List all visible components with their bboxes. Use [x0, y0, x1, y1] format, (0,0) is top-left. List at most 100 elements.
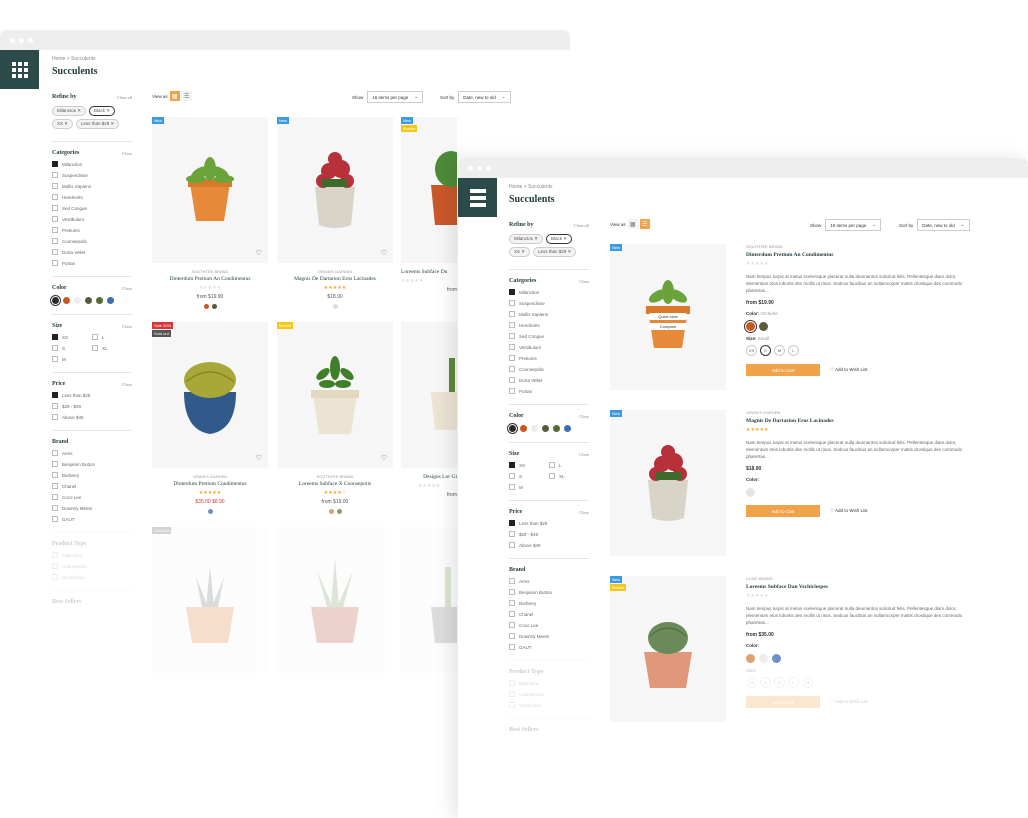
- color-swatch[interactable]: [96, 297, 103, 304]
- product-image[interactable]: Bundle ♡: [277, 322, 393, 468]
- add-to-cart-button[interactable]: Add to Cart: [746, 364, 820, 376]
- type-option[interactable]: Milancitos: [52, 552, 132, 558]
- color-swatch[interactable]: [509, 425, 516, 432]
- category-option[interactable]: Pretiums: [509, 355, 589, 361]
- clear-all-link[interactable]: Clear all: [574, 223, 589, 228]
- product-name[interactable]: Loreems Subface Du: [401, 269, 457, 275]
- categories-heading[interactable]: Categories: [52, 150, 79, 156]
- quick-view-button[interactable]: Quick view: [648, 313, 688, 320]
- list-view-button[interactable]: ☰: [639, 219, 650, 229]
- product-image[interactable]: [401, 322, 457, 468]
- size-swatch[interactable]: M: [774, 677, 785, 688]
- color-swatch[interactable]: [531, 425, 538, 432]
- category-option[interactable]: Dorta Vellet: [52, 249, 132, 255]
- product-image[interactable]: New Bundle: [610, 576, 726, 722]
- category-option[interactable]: Coonsepolis: [509, 366, 589, 372]
- wishlist-heart-icon[interactable]: ♡: [381, 454, 387, 462]
- add-to-wishlist-button[interactable]: ♡ Add to Wish List: [830, 367, 868, 373]
- items-per-page-select[interactable]: 16 items per page ⌄: [825, 219, 882, 231]
- brand-heading[interactable]: Brand: [52, 439, 68, 445]
- product-image[interactable]: New ♡: [277, 117, 393, 263]
- color-swatch[interactable]: [759, 322, 768, 331]
- size-option[interactable]: S: [52, 345, 92, 351]
- color-swatch[interactable]: [85, 297, 92, 304]
- product-image[interactable]: New: [610, 410, 726, 556]
- product-card[interactable]: New ♡ GRAIN'S GARDEN Magnis De Dartarion…: [277, 117, 393, 309]
- product-card[interactable]: Bundle ♡ SOUTHTEE BRAND Loreems Subface …: [277, 322, 393, 514]
- brand-option[interactable]: Benjamin Button: [509, 589, 589, 595]
- brand-option[interactable]: Arms: [52, 450, 132, 456]
- color-swatch[interactable]: [542, 425, 549, 432]
- product-name[interactable]: Magnis De Dartarion Eros Lacinades: [277, 276, 393, 282]
- category-option[interactable]: Dorta Vellet: [509, 377, 589, 383]
- category-option[interactable]: Sed Congue: [509, 333, 589, 339]
- product-image[interactable]: New ♡: [152, 117, 268, 263]
- clear-link[interactable]: Clear: [122, 324, 132, 329]
- compare-button[interactable]: Compare: [648, 323, 688, 330]
- filter-chip[interactable]: Black ✕: [546, 234, 573, 244]
- clear-all-link[interactable]: Clear all: [117, 95, 132, 100]
- categories-heading[interactable]: Categories: [509, 278, 536, 284]
- filter-chip[interactable]: XS ✕: [509, 247, 531, 257]
- breadcrumb[interactable]: Home > Succulents: [509, 184, 553, 190]
- grid-view-button[interactable]: ▦: [627, 219, 638, 229]
- product-name[interactable]: Loreems Subface X Coonsepolis: [277, 481, 393, 487]
- add-to-wishlist-button[interactable]: ♡ Add to Wish List: [830, 508, 868, 514]
- product-image[interactable]: New Quick view Compare: [610, 244, 726, 390]
- category-option[interactable]: Suspendisse: [509, 300, 589, 306]
- type-option[interactable]: Coonsepolis: [509, 691, 589, 697]
- add-to-cart-button[interactable]: Add to Cart: [746, 505, 820, 517]
- color-swatch[interactable]: [746, 654, 755, 663]
- color-swatch[interactable]: [564, 425, 571, 432]
- price-option[interactable]: $29 - $49: [509, 531, 589, 537]
- size-swatch[interactable]: XS: [746, 677, 757, 688]
- clear-link[interactable]: Clear: [579, 279, 589, 284]
- color-swatch[interactable]: [772, 654, 781, 663]
- category-option[interactable]: Hendrerits: [509, 322, 589, 328]
- type-option[interactable]: Vercticulos: [509, 702, 589, 708]
- price-option[interactable]: Less than $29: [509, 520, 589, 526]
- price-heading[interactable]: Price: [509, 509, 522, 515]
- sort-select[interactable]: Date, new to old ⌄: [458, 91, 511, 103]
- brand-heading[interactable]: Brand: [509, 567, 525, 573]
- size-option[interactable]: XL: [549, 473, 589, 479]
- brand-option[interactable]: Chanel: [52, 483, 132, 489]
- color-swatch[interactable]: [52, 297, 59, 304]
- wishlist-heart-icon[interactable]: ♡: [256, 454, 262, 462]
- wishlist-heart-icon[interactable]: ♡: [256, 249, 262, 257]
- add-to-cart-button[interactable]: Add to Cart: [746, 696, 820, 708]
- color-dot[interactable]: [332, 304, 338, 309]
- breadcrumb[interactable]: Home > Succulents: [52, 56, 96, 62]
- category-option[interactable]: Hendrerits: [52, 194, 132, 200]
- category-option[interactable]: Milancitos: [52, 161, 132, 167]
- size-option[interactable]: XL: [92, 345, 132, 351]
- filter-chip[interactable]: Milanctos ✕: [52, 106, 87, 116]
- category-option[interactable]: Portas: [52, 260, 132, 266]
- brand-option[interactable]: Arms: [509, 578, 589, 584]
- category-option[interactable]: Vestibulum: [509, 344, 589, 350]
- product-type-heading[interactable]: Product Type: [52, 541, 87, 547]
- type-option[interactable]: Coonsepolis: [52, 563, 132, 569]
- brand-option[interactable]: Coco Lee: [52, 494, 132, 500]
- color-swatch[interactable]: [63, 297, 70, 304]
- size-swatch[interactable]: XL: [802, 677, 813, 688]
- type-option[interactable]: Milancitos: [509, 680, 589, 686]
- clear-link[interactable]: Clear: [579, 414, 589, 419]
- product-name[interactable]: Dinterdum Pretium An Condimentus: [746, 252, 972, 258]
- category-option[interactable]: Coonsepolis: [52, 238, 132, 244]
- brand-option[interactable]: Downtry Meets: [509, 633, 589, 639]
- price-option[interactable]: Above $49: [509, 542, 589, 548]
- product-type-heading[interactable]: Product Type: [509, 669, 544, 675]
- product-card[interactable]: [277, 527, 393, 673]
- color-dot[interactable]: [336, 509, 342, 514]
- price-option[interactable]: Less than $29: [52, 392, 132, 398]
- size-option[interactable]: XS: [509, 462, 549, 468]
- clear-link[interactable]: Clear: [579, 452, 589, 457]
- brand-option[interactable]: Benjamin Button: [52, 461, 132, 467]
- color-swatch[interactable]: [746, 488, 755, 497]
- product-image[interactable]: Sale 30% Sold out ♡: [152, 322, 268, 468]
- product-name[interactable]: Magnis De Dartarion Eros Lacinades: [746, 418, 972, 424]
- brand-option[interactable]: Coco Lee: [509, 622, 589, 628]
- size-heading[interactable]: Size: [509, 451, 519, 457]
- color-swatch[interactable]: [553, 425, 560, 432]
